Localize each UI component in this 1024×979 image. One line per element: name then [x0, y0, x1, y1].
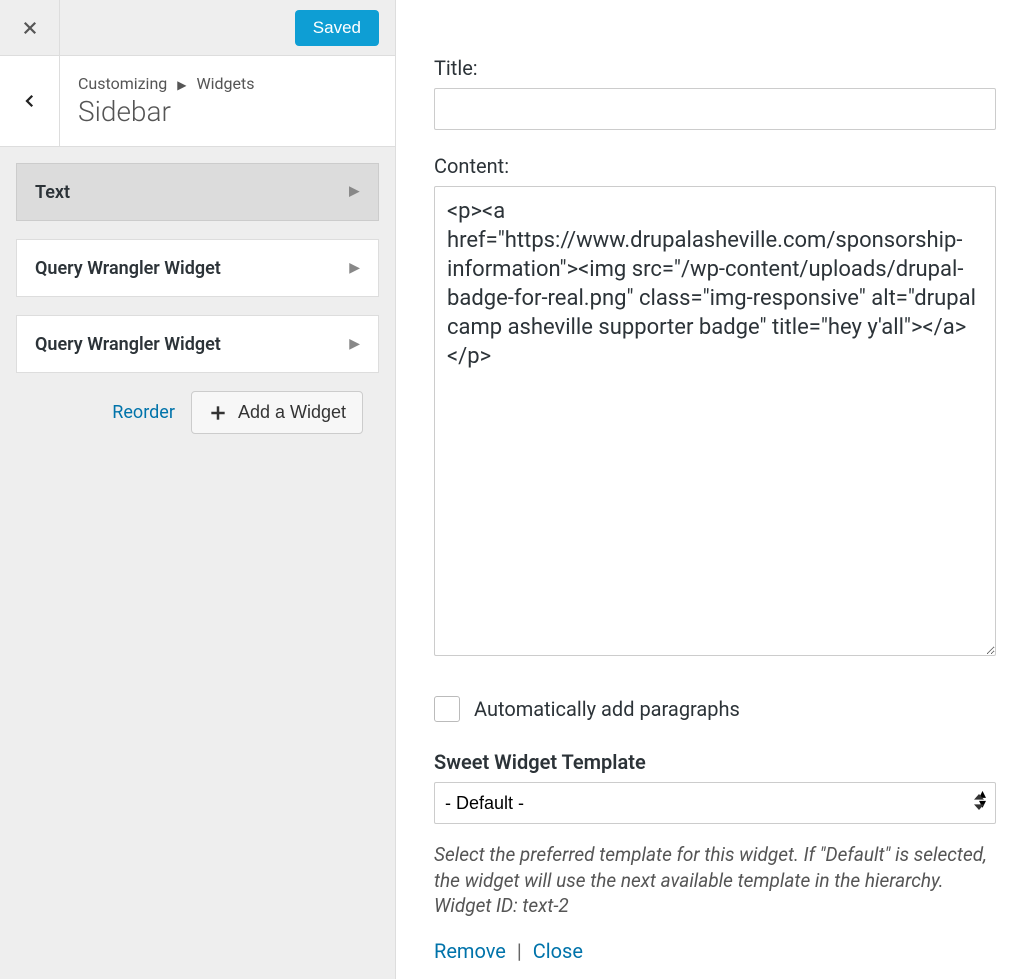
widget-item-qww-2[interactable]: Query Wrangler Widget ▶ — [16, 315, 379, 373]
back-button[interactable] — [0, 56, 60, 146]
top-bar-actions: Saved — [60, 10, 395, 46]
add-widget-button[interactable]: Add a Widget — [191, 391, 363, 434]
title-input[interactable] — [434, 88, 996, 130]
auto-paragraph-label: Automatically add paragraphs — [474, 697, 740, 721]
caret-right-icon: ▶ — [349, 336, 360, 352]
widget-item-qww-1[interactable]: Query Wrangler Widget ▶ — [16, 239, 379, 297]
plus-icon — [208, 403, 228, 423]
template-help-text: Select the preferred template for this w… — [434, 842, 996, 919]
widget-item-text[interactable]: Text ◀ — [16, 163, 379, 221]
template-select-wrap: - Default - ▴▾ — [434, 782, 996, 842]
header-section: Customizing ▶ Widgets Sidebar — [0, 56, 395, 147]
reorder-link[interactable]: Reorder — [112, 402, 175, 423]
breadcrumb: Customizing ▶ Widgets — [78, 74, 255, 93]
widget-actions: Reorder Add a Widget — [16, 391, 379, 434]
add-widget-label: Add a Widget — [238, 402, 346, 423]
caret-left-icon: ◀ — [349, 184, 360, 200]
template-select[interactable]: - Default - — [434, 782, 996, 824]
form-action-links: Remove | Close — [434, 939, 996, 963]
auto-paragraph-checkbox[interactable] — [434, 696, 460, 722]
divider: | — [517, 939, 522, 963]
caret-right-icon: ▶ — [177, 78, 186, 92]
top-bar: Saved — [0, 0, 395, 56]
title-label: Title: — [434, 56, 996, 80]
close-icon — [21, 19, 39, 37]
content-textarea[interactable]: <p><a href="https://www.drupalasheville.… — [434, 186, 996, 656]
section-title: Sidebar — [78, 95, 255, 128]
widget-item-label: Query Wrangler Widget — [35, 334, 221, 355]
remove-link[interactable]: Remove — [434, 939, 506, 963]
breadcrumb-widgets: Widgets — [196, 74, 254, 93]
chevron-left-icon — [21, 92, 39, 110]
widget-list: Text ◀ Query Wrangler Widget ▶ Query Wra… — [0, 147, 395, 450]
widget-form: Title: Content: <p><a href="https://www.… — [396, 0, 1024, 979]
customizer-sidebar: Saved Customizing ▶ Widgets Sidebar Text… — [0, 0, 396, 979]
close-link[interactable]: Close — [533, 939, 583, 963]
widget-item-label: Query Wrangler Widget — [35, 258, 221, 279]
header-text: Customizing ▶ Widgets Sidebar — [60, 60, 273, 142]
breadcrumb-root: Customizing — [78, 74, 167, 93]
caret-right-icon: ▶ — [349, 260, 360, 276]
content-label: Content: — [434, 154, 996, 178]
close-button[interactable] — [0, 0, 60, 56]
auto-paragraph-row: Automatically add paragraphs — [434, 696, 996, 722]
saved-button[interactable]: Saved — [295, 10, 379, 46]
template-label: Sweet Widget Template — [434, 750, 996, 774]
widget-item-label: Text — [35, 182, 70, 203]
